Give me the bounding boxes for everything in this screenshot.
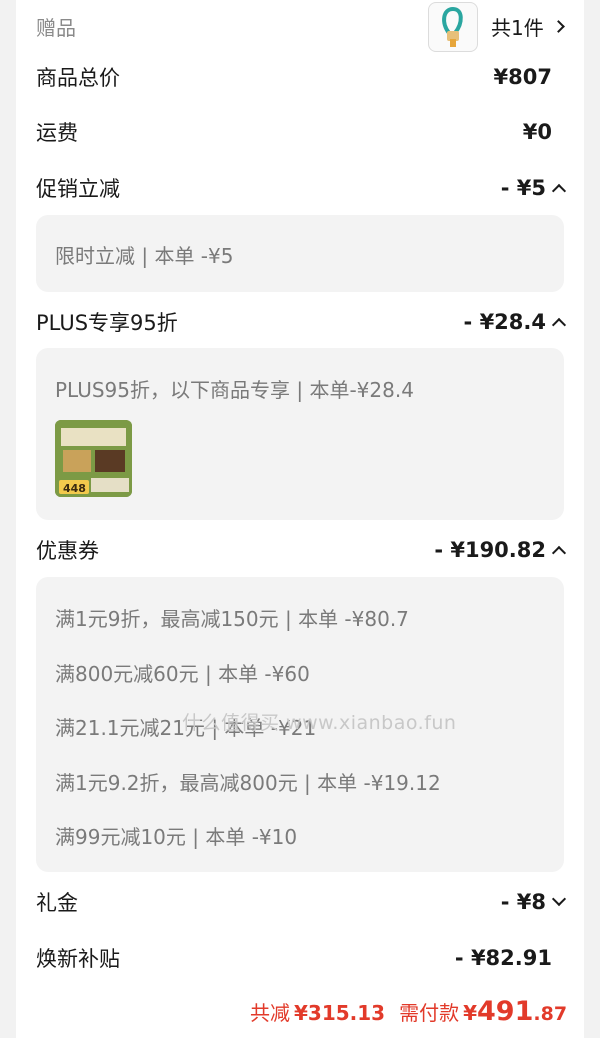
gift-money-value: - ¥8	[500, 890, 546, 914]
promo-label: 促销立减	[36, 177, 120, 201]
promo-detail-panel: 限时立减 | 本单 -¥5	[36, 215, 564, 292]
pay-amount-integer: 491	[477, 996, 534, 1027]
renewal-row: 焕新补贴 - ¥82.91	[36, 943, 564, 973]
renewal-value: - ¥82.91	[454, 946, 552, 970]
plus-row[interactable]: PLUS专享95折 - ¥28.4	[36, 307, 567, 337]
coupon-row[interactable]: 优惠券 - ¥190.82	[36, 535, 567, 565]
gift-label: 赠品	[36, 16, 76, 40]
total-price-row: 商品总价 ¥807	[36, 62, 564, 92]
plus-value-group: - ¥28.4	[463, 310, 567, 334]
plus-detail-text: PLUS95折，以下商品专享 | 本单-¥28.4	[55, 378, 414, 402]
coupon-item: 满1元9.2折，最高减800元 | 本单 -¥19.12	[55, 771, 441, 795]
pay-label: 需付款	[399, 1001, 460, 1025]
plus-label: PLUS专享95折	[36, 311, 178, 335]
chevron-up-icon[interactable]	[551, 183, 567, 199]
chevron-down-icon[interactable]	[551, 891, 567, 907]
shipping-row: 运费 ¥0	[36, 117, 564, 147]
coupon-value: - ¥190.82	[434, 538, 546, 562]
promo-detail-text: 限时立减 | 本单 -¥5	[55, 244, 234, 268]
coupon-item: 满1元9折，最高减150元 | 本单 -¥80.7	[55, 607, 409, 631]
coupon-value-group: - ¥190.82	[434, 538, 567, 562]
promo-row[interactable]: 促销立减 - ¥5	[36, 173, 567, 203]
promo-value-group: - ¥5	[500, 176, 567, 200]
coupon-item: 满800元减60元 | 本单 -¥60	[55, 662, 310, 686]
chevron-up-icon[interactable]	[551, 545, 567, 561]
coupon-label: 优惠券	[36, 539, 99, 563]
product-thumb-price: 448	[63, 482, 86, 495]
gift-money-row[interactable]: 礼金 - ¥8	[36, 887, 567, 917]
shipping-value: ¥0	[522, 120, 552, 144]
gift-money-label: 礼金	[36, 891, 78, 915]
gift-count-link[interactable]: 共1件	[491, 12, 565, 41]
saved-label: 共减	[250, 1001, 290, 1025]
gift-money-value-group: - ¥8	[500, 890, 567, 914]
product-thumbnail[interactable]: 448	[55, 420, 132, 497]
plus-value: - ¥28.4	[463, 310, 546, 334]
plus-detail-panel: PLUS95折，以下商品专享 | 本单-¥28.4 448	[36, 348, 564, 520]
gift-thumbnail[interactable]	[428, 2, 478, 52]
chevron-right-icon	[551, 20, 565, 33]
chevron-up-icon[interactable]	[551, 317, 567, 333]
pay-currency: ¥	[463, 1001, 478, 1025]
coupon-item: 满99元减10元 | 本单 -¥10	[55, 825, 298, 849]
total-price-value: ¥807	[493, 65, 552, 89]
gift-count: 共1件	[491, 16, 544, 40]
renewal-label: 焕新补贴	[36, 947, 120, 971]
total-price-label: 商品总价	[36, 66, 120, 90]
saved-value: ¥315.13	[294, 1001, 386, 1025]
payment-summary: 共减 ¥315.13 需付款 ¥ 491 .87	[250, 996, 567, 1027]
promo-value: - ¥5	[500, 176, 546, 200]
shipping-label: 运费	[36, 121, 78, 145]
watermark: 什么值得买 www.xianbao.fun	[182, 712, 457, 734]
pay-amount-decimal: .87	[533, 1003, 568, 1025]
lanyard-icon	[442, 7, 463, 47]
